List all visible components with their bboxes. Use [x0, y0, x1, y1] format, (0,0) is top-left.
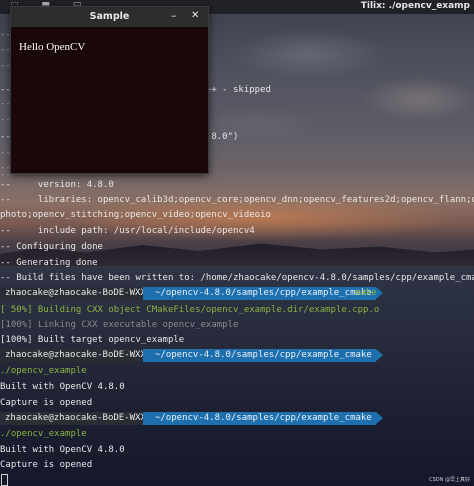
terminal-cursor [1, 474, 8, 486]
terminal-line: -- include path: /usr/local/include/open… [0, 226, 255, 236]
close-icon[interactable]: ✕ [191, 10, 199, 21]
watermark: CSDN @早上真好 [429, 477, 470, 483]
terminal-line: photo;opencv_stitching;opencv_video;open… [0, 210, 271, 220]
terminal-line: -- version: 4.8.0 [0, 180, 114, 190]
terminal-line: [ 50%] Building CXX object CMakeFiles/op… [0, 305, 380, 315]
prompt-user-host: zhaocake@zhaocake-BoDE-WXX9 [0, 412, 165, 425]
terminal-line: ./opencv_example [0, 366, 87, 376]
prompt-path: ~/opencv-4.8.0/samples/cpp/example_cmake [143, 287, 383, 300]
sample-window-title: Sample [89, 11, 130, 22]
prompt-command: make [355, 288, 377, 298]
shell-prompt: zhaocake@zhaocake-BoDE-WXX9 ~/opencv-4.8… [0, 287, 474, 300]
terminal-line: Built with OpenCV 4.8.0 [0, 382, 125, 392]
prompt-user-host: zhaocake@zhaocake-BoDE-WXX9 [0, 287, 165, 300]
terminal-line: -- Build files have been written to: /ho… [0, 273, 474, 283]
terminal-line: -- Generating done [0, 258, 98, 268]
sample-window-canvas: Hello OpenCV [11, 27, 208, 173]
minimize-icon[interactable]: – [171, 9, 177, 22]
sample-window[interactable]: Sample – ✕ Hello OpenCV [10, 6, 209, 174]
prompt-path: ~/opencv-4.8.0/samples/cpp/example_cmake [143, 349, 383, 362]
terminal-line: Built with OpenCV 4.8.0 [0, 445, 125, 455]
terminal-line: -- Configuring done [0, 242, 103, 252]
terminal-line: Capture is opened [0, 460, 93, 470]
shell-prompt: zhaocake@zhaocake-BoDE-WXX9 ~/opencv-4.8… [0, 349, 474, 362]
terminal-line: [100%] Linking CXX executable opencv_exa… [0, 320, 239, 330]
terminal-line: -- libraries: opencv_calib3d;opencv_core… [0, 195, 474, 205]
sample-window-titlebar[interactable]: Sample – ✕ [11, 7, 208, 27]
prompt-user-host: zhaocake@zhaocake-BoDE-WXX9 [0, 349, 165, 362]
terminal-line: Capture is opened [0, 398, 93, 408]
terminal-line: [100%] Built target opencv_example [0, 335, 185, 345]
shell-prompt: zhaocake@zhaocake-BoDE-WXX9 ~/opencv-4.8… [0, 412, 474, 425]
prompt-path: ~/opencv-4.8.0/samples/cpp/example_cmake [143, 412, 383, 425]
terminal-line: ./opencv_example [0, 429, 87, 439]
canvas-text: Hello OpenCV [19, 41, 86, 53]
